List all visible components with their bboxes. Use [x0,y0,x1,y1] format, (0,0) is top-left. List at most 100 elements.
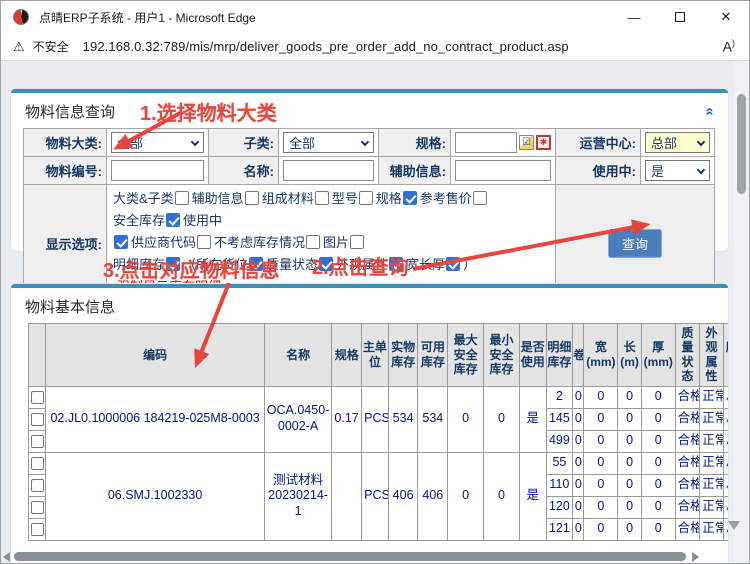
cell-length-m: 0 [618,452,642,474]
option-checkbox-0-1[interactable] [245,191,259,205]
cell-location: 总部半 [723,496,728,518]
cell-quality-status: 合格 [675,452,700,474]
row-checkbox[interactable] [31,501,44,514]
cell-name: 测试材料 20230214-1 [264,452,332,540]
maximize-button[interactable] [657,1,703,33]
annotation-step1: 1.选择物料大类 [140,97,277,126]
option-label: 使用中 [183,213,222,228]
cell-unit: PCS [362,452,389,540]
scroll-left-arrow-icon[interactable] [3,552,10,562]
row-checkbox[interactable] [31,413,44,426]
cell-location: 总部成 [723,430,728,452]
option-checkbox-1-2[interactable] [306,235,320,249]
field-label-row1-2: 规格: [379,129,451,157]
horizontal-scrollbar-thumb[interactable] [14,552,686,561]
cell-name: OCA.0450-0002-A [264,386,332,452]
cell-physical-stock: 534 [388,386,418,452]
cell-physical-stock: 406 [388,452,418,540]
cell-detail-stock: 110 [546,474,573,496]
option-label: 参考售价 [420,191,472,206]
field-label-row2-1: 名称: [209,157,279,185]
cell-min-safety-stock: 0 [484,452,520,540]
table-row[interactable]: 02.JL0.1000006 184219-025M8-0003OCA.0450… [29,386,729,408]
cell-width-mm: 0 [584,496,618,518]
option-checkbox-0-6[interactable] [166,213,180,227]
cell-min-safety-stock: 0 [484,386,520,452]
cell-length-m: 0 [618,518,642,540]
cell-detail-stock: 145 [546,408,573,430]
row-checkbox[interactable] [31,523,44,536]
row-select-cell [29,408,46,430]
read-aloud-icon[interactable]: A) [723,38,735,55]
cell-code[interactable]: 02.JL0.1000006 184219-025M8-0003 [46,386,264,452]
vertical-scrollbar-thumb[interactable] [737,94,746,194]
vertical-scrollbar[interactable] [734,61,749,564]
not-secure-warning-icon: ⚠ [13,39,25,55]
cell-appearance: 正常 [700,518,724,540]
select-value: 总部 [651,133,677,152]
option-checkbox-0-2[interactable] [315,191,329,205]
window-title: 点晴ERP子系统 - 用户1 - Microsoft Edge [39,9,256,26]
column-header: 质量状态 [675,324,700,387]
option-label: 型号 [332,191,358,206]
option-checkbox-0-5[interactable] [473,191,487,205]
row-checkbox[interactable] [31,457,44,470]
cell-thickness-mm: 0 [641,430,675,452]
cell-roll: 0 [573,452,584,474]
horizontal-scrollbar[interactable] [3,550,731,563]
cell-in-use: 是 [519,386,546,452]
cell-quality-status: 合格 [675,496,700,518]
row-select-cell [29,518,46,540]
select-row1-1[interactable]: 全部 [283,132,374,153]
text-input-row2-0[interactable] [111,160,204,181]
table-row[interactable]: 06.SMJ.1002330测试材料 20230214-1PCS40640600… [29,452,729,474]
option-checkbox-1-0[interactable] [114,235,128,249]
cell-width-mm: 0 [584,474,618,496]
cell-length-m: 0 [618,408,642,430]
column-header: 实物库存 [388,324,418,387]
option-checkbox-2-4[interactable] [446,257,460,271]
option-checkbox-0-0[interactable] [175,191,189,205]
cell-roll: 0 [573,408,584,430]
option-checkbox-1-3[interactable] [350,235,364,249]
select-row1-3[interactable]: 总部 [645,132,710,153]
cell-in-use: 是 [519,452,546,540]
cell-width-mm: 0 [584,452,618,474]
spec-clear-icon[interactable]: ✱ [536,135,551,150]
spec-input[interactable] [455,132,517,153]
material-query-panel: 物料信息查询 « 物料大类:全部子类:全部规格:☑✱运营中心:总部 物料编号:名… [11,89,728,251]
cell-code[interactable]: 06.SMJ.1002330 [46,452,264,540]
column-header: 最小安全库存 [484,324,520,387]
column-header: 是否使用 [519,324,546,387]
row-checkbox[interactable] [31,391,44,404]
text-input-row2-2[interactable] [455,160,551,181]
spec-picker-icon[interactable]: ☑ [519,135,534,150]
text-input-row2-1[interactable] [283,160,374,181]
select-row1-0[interactable]: 全部 [111,132,204,153]
column-header: 卷 [573,324,584,387]
chevron-down-icon [361,138,369,146]
cell-thickness-mm: 0 [641,474,675,496]
collapse-chevron-icon[interactable]: « [702,107,717,115]
address-url[interactable]: 192.168.0.32:789/mis/mrp/deliver_goods_p… [83,39,569,54]
column-header: 规格 [332,324,362,387]
row-checkbox[interactable] [31,479,44,492]
close-button[interactable]: ✕ [703,1,749,33]
cell-quality-status: 合格 [675,518,700,540]
app-logo-icon [13,9,29,25]
option-checkbox-0-3[interactable] [359,191,373,205]
cell-detail-stock: 499 [546,430,573,452]
row-select-cell [29,496,46,518]
select-row2-3[interactable]: 是 [645,160,710,181]
row-checkbox[interactable] [31,435,44,448]
cell-detail-stock: 121 [546,518,573,540]
cell-max-safety-stock: 0 [448,386,484,452]
option-checkbox-0-4[interactable] [403,191,417,205]
query-button[interactable]: 查询 [608,229,662,258]
column-header: 厚(mm) [641,324,675,387]
option-checkbox-1-1[interactable] [197,235,211,249]
option-label: 大类&子类 [113,191,174,206]
cell-available-stock: 534 [418,386,448,452]
minimize-button[interactable]: — [611,1,657,33]
scroll-right-arrow-icon[interactable] [692,552,699,562]
